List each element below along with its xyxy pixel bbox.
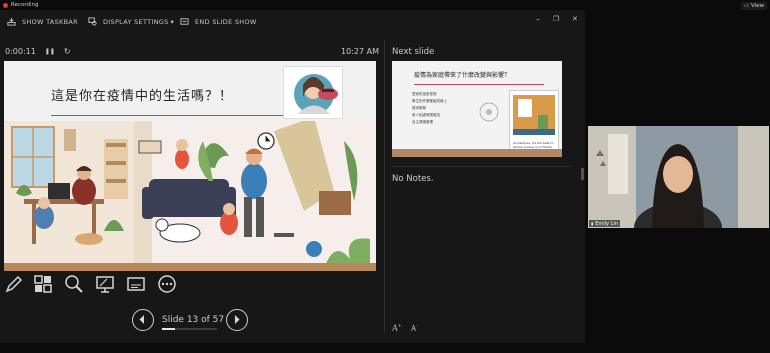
recording-indicator: Recording	[0, 0, 39, 10]
minimize-button[interactable]: –	[536, 15, 540, 24]
participant-video-tile[interactable]: ▮ Emily Lin	[588, 126, 769, 228]
current-time: 10:27 AM	[341, 47, 379, 56]
next-slide-floor	[392, 149, 562, 157]
view-label: View	[750, 3, 764, 9]
previous-slide-button[interactable]	[132, 309, 154, 331]
slide-progress-bar	[162, 328, 217, 330]
decrease-notes-font-button[interactable]: A-	[411, 323, 418, 332]
display-settings-button[interactable]: DISPLAY SETTINGS ▾	[88, 17, 174, 26]
next-slide-thumbnail[interactable]: 疫情為家庭帶來了什麼改變與影響？ 居家防疫新型態 學生的作業都變成線上 經濟衝擊…	[392, 61, 562, 157]
next-slide-bullet: 經濟衝擊	[412, 106, 426, 110]
next-slide-bullet: 自主健康管理	[412, 120, 433, 124]
next-slide-diagram	[479, 102, 499, 122]
more-options-icon[interactable]	[157, 274, 177, 294]
recording-label: Recording	[11, 2, 39, 8]
next-slide-bullet-list: 居家防疫新型態 學生的作業都變成線上 經濟衝擊 家人相處時間增加 自主健康管理	[412, 91, 447, 126]
show-taskbar-button[interactable]: SHOW TASKBAR	[7, 17, 78, 26]
next-slide-label: Next slide	[392, 47, 435, 57]
next-slide-bullet: 學生的作業都變成線上	[412, 99, 447, 103]
webcam-feed-image	[588, 126, 769, 228]
slideshow-timer: 0:00:11 ❚❚ ↻	[5, 47, 71, 56]
zoom-icon[interactable]	[64, 274, 84, 294]
next-slide-bullet: 家人相處時間增加	[412, 113, 440, 117]
next-slide-rule	[414, 84, 544, 85]
slide-progress-fill	[162, 328, 175, 330]
subtitles-icon[interactable]	[126, 274, 146, 294]
increase-notes-font-button[interactable]: A+	[392, 323, 402, 333]
end-slide-show-label: END SLIDE SHOW	[195, 17, 257, 26]
restore-button[interactable]: ❐	[553, 15, 559, 23]
arrow-left-icon	[139, 315, 144, 324]
slide-title: 這是你在疫情中的生活嗎？！	[51, 89, 234, 104]
cartoon-avatar-image	[283, 66, 343, 119]
speaker-notes[interactable]: No Notes.	[392, 174, 434, 184]
pointer-options-icon[interactable]	[95, 274, 115, 294]
presenter-view-window: SHOW TASKBAR DISPLAY SETTINGS ▾ END SLID…	[0, 10, 585, 343]
show-taskbar-label: SHOW TASKBAR	[22, 17, 78, 26]
view-button[interactable]: ▭ View	[741, 2, 767, 10]
presenter-toolbar: SHOW TASKBAR DISPLAY SETTINGS ▾ END SLID…	[0, 10, 585, 32]
taskbar-icon	[7, 17, 16, 26]
timer-elapsed: 0:00:11	[5, 47, 36, 56]
family-illustration	[4, 121, 376, 271]
notes-divider	[392, 166, 570, 167]
next-slide-title: 疫情為家庭帶來了什麼改變與影響？	[414, 72, 511, 79]
view-icon: ▭	[744, 3, 749, 9]
notes-scrollbar[interactable]	[581, 168, 584, 180]
signal-icon: ▮	[591, 221, 594, 226]
slide-counter[interactable]: Slide 13 of 57	[162, 315, 224, 325]
see-all-slides-icon[interactable]	[33, 274, 53, 294]
arrow-right-icon	[235, 315, 240, 324]
pen-icon[interactable]	[4, 274, 24, 294]
end-slide-show-button[interactable]: END SLIDE SHOW	[180, 17, 257, 26]
display-settings-label: DISPLAY SETTINGS	[103, 17, 169, 26]
next-slide-bullet: 居家防疫新型態	[412, 92, 437, 96]
participant-name: Emily Lin	[595, 220, 618, 227]
record-dot-icon	[3, 2, 8, 8]
current-slide[interactable]: 這是你在疫情中的生活嗎？！	[4, 61, 376, 271]
reset-timer-icon[interactable]: ↻	[64, 47, 71, 56]
next-slide-button[interactable]	[226, 309, 248, 331]
end-show-icon	[180, 18, 189, 25]
pane-divider[interactable]	[384, 40, 385, 333]
close-button[interactable]: ✕	[572, 15, 578, 23]
pause-timer-icon[interactable]: ❚❚	[45, 48, 55, 55]
chevron-down-icon: ▾	[170, 17, 175, 26]
participant-name-label: ▮ Emily Lin	[589, 220, 620, 227]
display-settings-icon	[88, 17, 97, 26]
next-slide-image-card: Sometimes, it's the best to simply pursu…	[509, 90, 559, 155]
